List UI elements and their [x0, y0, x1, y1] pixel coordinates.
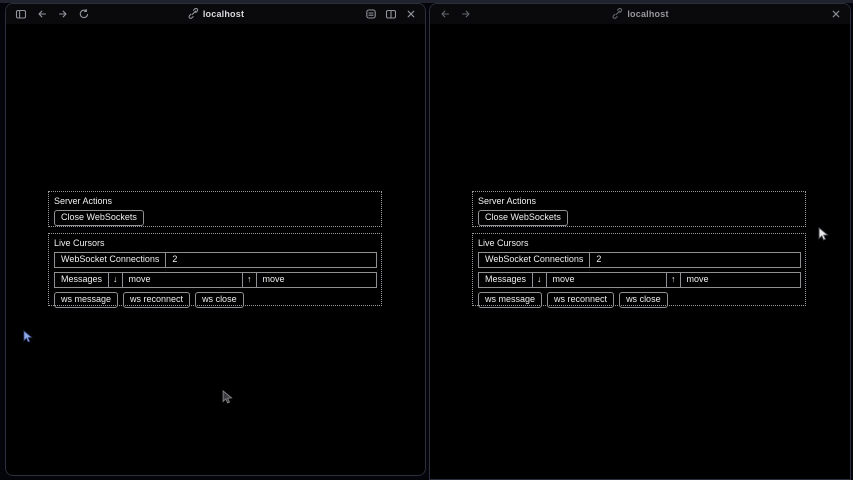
panel-title: Server Actions [478, 196, 801, 206]
connections-row: WebSocket Connections 2 [478, 252, 801, 268]
server-actions-panel: Server Actions Close WebSockets [472, 191, 806, 227]
server-actions-panel: Server Actions Close WebSockets [48, 191, 382, 227]
arrow-down-icon: ↓ [532, 272, 547, 288]
titlebar-right-controls [830, 8, 842, 20]
close-icon[interactable] [405, 8, 417, 20]
arrow-down-icon: ↓ [108, 272, 123, 288]
desktop: localhost Server Actions Close WebSocket… [0, 0, 853, 480]
arrow-up-icon: ↑ [666, 272, 681, 288]
forward-icon[interactable] [460, 8, 472, 20]
forward-icon[interactable] [57, 8, 69, 20]
messages-label: Messages [478, 272, 533, 288]
ws-buttons-row: ws message ws reconnect ws close [54, 292, 377, 308]
ws-reconnect-button[interactable]: ws reconnect [123, 292, 190, 308]
back-icon[interactable] [439, 8, 451, 20]
page-content: Server Actions Close WebSockets Live Cur… [430, 24, 850, 479]
panel-title: Server Actions [54, 196, 377, 206]
connections-label: WebSocket Connections [478, 252, 590, 268]
ws-close-button[interactable]: ws close [619, 292, 668, 308]
received-message-value: move [122, 272, 243, 288]
messages-row: Messages ↓ move ↑ move [478, 272, 801, 288]
live-cursors-panel: Live Cursors WebSocket Connections 2 Mes… [48, 233, 382, 306]
split-view-icon[interactable] [385, 8, 397, 20]
ws-message-button[interactable]: ws message [54, 292, 118, 308]
panel-title: Live Cursors [54, 238, 377, 248]
sidebar-toggle-icon[interactable] [15, 8, 27, 20]
close-icon[interactable] [830, 8, 842, 20]
titlebar-left-controls [439, 8, 472, 20]
ws-message-button[interactable]: ws message [478, 292, 542, 308]
ws-buttons-row: ws message ws reconnect ws close [478, 292, 801, 308]
window-title: localhost [203, 9, 244, 19]
window-title: localhost [627, 9, 668, 19]
close-websockets-button[interactable]: Close WebSockets [478, 210, 568, 226]
titlebar-right-controls [365, 8, 417, 20]
sent-message-value: move [680, 272, 801, 288]
received-message-value: move [546, 272, 667, 288]
address-display[interactable]: localhost [611, 8, 668, 20]
close-websockets-button[interactable]: Close WebSockets [54, 210, 144, 226]
link-icon [187, 8, 199, 20]
back-icon[interactable] [36, 8, 48, 20]
messages-row: Messages ↓ move ↑ move [54, 272, 377, 288]
browser-window-left: localhost Server Actions Close WebSocket… [5, 3, 426, 476]
sent-message-value: move [256, 272, 377, 288]
reload-icon[interactable] [78, 8, 90, 20]
titlebar[interactable]: localhost [6, 4, 425, 24]
panel-title: Live Cursors [478, 238, 801, 248]
reader-view-icon[interactable] [365, 8, 377, 20]
connections-label: WebSocket Connections [54, 252, 166, 268]
live-cursors-panel: Live Cursors WebSocket Connections 2 Mes… [472, 233, 806, 306]
messages-label: Messages [54, 272, 109, 288]
ws-close-button[interactable]: ws close [195, 292, 244, 308]
titlebar-left-controls [15, 8, 90, 20]
arrow-up-icon: ↑ [242, 272, 257, 288]
browser-window-right: localhost Server Actions Close WebSocket… [429, 3, 851, 480]
connections-value: 2 [589, 252, 801, 268]
ws-reconnect-button[interactable]: ws reconnect [547, 292, 614, 308]
connections-row: WebSocket Connections 2 [54, 252, 377, 268]
link-icon [611, 8, 623, 20]
titlebar[interactable]: localhost [430, 4, 850, 24]
page-content: Server Actions Close WebSockets Live Cur… [6, 24, 425, 475]
address-display[interactable]: localhost [187, 8, 244, 20]
connections-value: 2 [165, 252, 377, 268]
